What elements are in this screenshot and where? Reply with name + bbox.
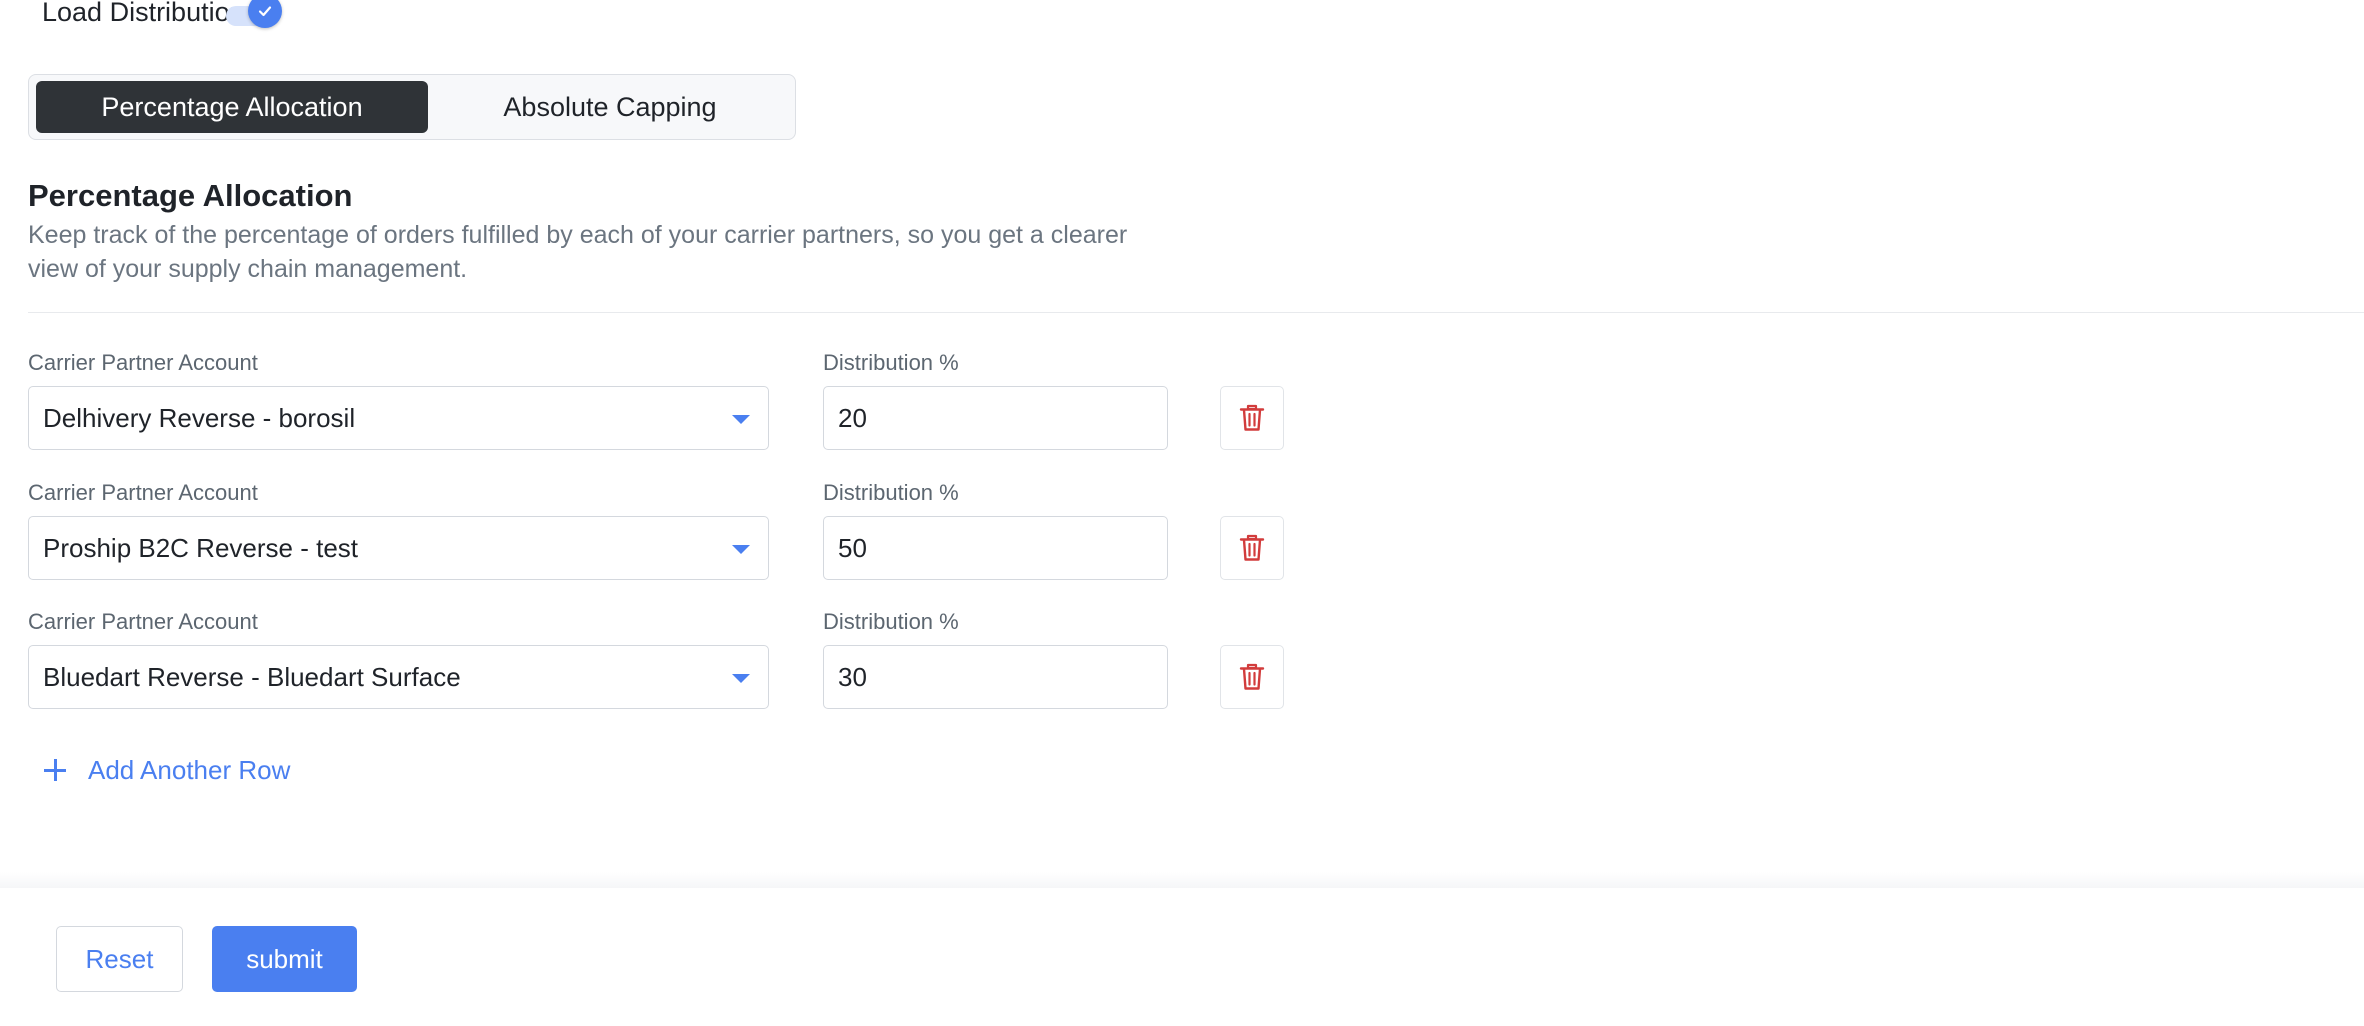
- allocation-row: Carrier Partner Account Distribution % D…: [28, 350, 1288, 468]
- section-description: Keep track of the percentage of orders f…: [28, 221, 1128, 283]
- distribution-label: Distribution %: [823, 350, 959, 375]
- carrier-partner-label: Carrier Partner Account: [28, 609, 258, 634]
- distribution-input[interactable]: [823, 386, 1168, 450]
- trash-icon: [1239, 663, 1265, 690]
- allocation-mode-tabs: Percentage Allocation Absolute Capping: [28, 74, 796, 140]
- caret-down-icon: [732, 674, 750, 683]
- carrier-partner-value: Delhivery Reverse - borosil: [43, 402, 356, 433]
- allocation-row: Carrier Partner Account Distribution % P…: [28, 480, 1288, 598]
- load-distribution-label: Load Distribution: [42, 0, 245, 27]
- form-footer: Reset submit: [0, 888, 2364, 1026]
- distribution-label: Distribution %: [823, 480, 959, 505]
- carrier-partner-label: Carrier Partner Account: [28, 480, 258, 505]
- distribution-input[interactable]: [823, 645, 1168, 709]
- tab-absolute-capping[interactable]: Absolute Capping: [431, 81, 789, 133]
- carrier-partner-select[interactable]: Proship B2C Reverse - test: [28, 516, 769, 580]
- section-title: Percentage Allocation: [28, 178, 353, 213]
- distribution-label: Distribution %: [823, 609, 959, 634]
- allocation-row: Carrier Partner Account Distribution % B…: [28, 609, 1288, 727]
- add-another-row-label: Add Another Row: [88, 754, 291, 785]
- load-distribution-page: Load Distribution Percentage Allocation …: [0, 0, 2364, 1026]
- caret-down-icon: [732, 415, 750, 424]
- plus-icon: [44, 759, 66, 781]
- carrier-partner-select[interactable]: Delhivery Reverse - borosil: [28, 386, 769, 450]
- distribution-input[interactable]: [823, 516, 1168, 580]
- tab-percentage-allocation[interactable]: Percentage Allocation: [36, 81, 428, 133]
- carrier-partner-value: Proship B2C Reverse - test: [43, 532, 359, 563]
- trash-icon: [1239, 404, 1265, 431]
- check-icon: [258, 6, 272, 17]
- load-distribution-toggle[interactable]: [226, 0, 284, 28]
- carrier-partner-select[interactable]: Bluedart Reverse - Bluedart Surface: [28, 645, 769, 709]
- submit-button[interactable]: submit: [212, 926, 357, 992]
- toggle-knob: [248, 0, 282, 28]
- delete-row-button[interactable]: [1220, 645, 1284, 709]
- reset-button[interactable]: Reset: [56, 926, 183, 992]
- trash-icon: [1239, 534, 1265, 561]
- section-divider: [28, 312, 2364, 313]
- add-another-row-button[interactable]: Add Another Row: [44, 752, 290, 788]
- carrier-partner-label: Carrier Partner Account: [28, 350, 258, 375]
- caret-down-icon: [732, 545, 750, 554]
- delete-row-button[interactable]: [1220, 516, 1284, 580]
- load-distribution-row: Load Distribution: [42, 0, 245, 30]
- carrier-partner-value: Bluedart Reverse - Bluedart Surface: [43, 661, 461, 692]
- delete-row-button[interactable]: [1220, 386, 1284, 450]
